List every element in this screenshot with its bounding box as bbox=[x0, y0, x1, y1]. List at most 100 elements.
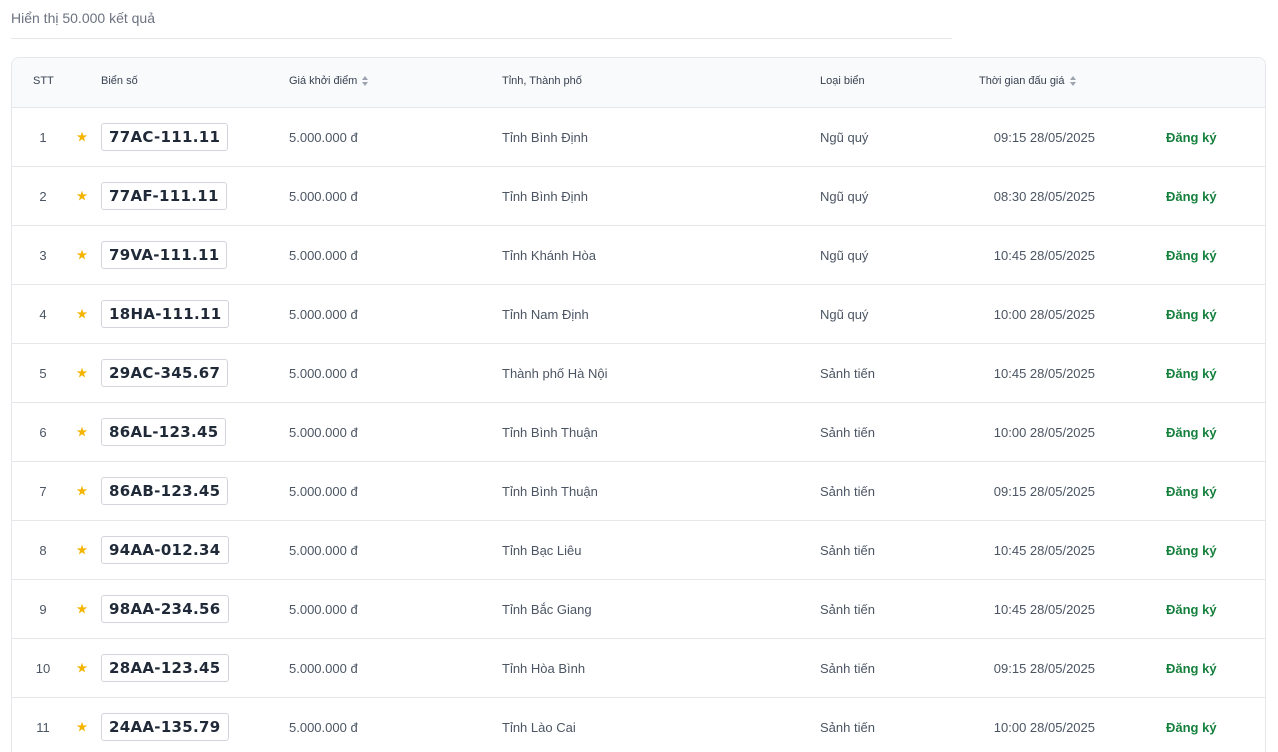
auction-time: 10:45 28/05/2025 bbox=[993, 365, 1095, 381]
register-cell: Đăng ký bbox=[1166, 285, 1217, 343]
header-type: Loại biển bbox=[820, 75, 865, 87]
plate-cell: 77AC-111.11 bbox=[101, 108, 229, 166]
register-link[interactable]: Đăng ký bbox=[1166, 602, 1217, 617]
auction-time: 10:45 28/05/2025 bbox=[993, 542, 1095, 558]
register-link[interactable]: Đăng ký bbox=[1166, 720, 1217, 735]
header-stt: STT bbox=[33, 75, 54, 87]
favorite-toggle[interactable] bbox=[75, 462, 89, 520]
plate-cell: 29AC-345.67 bbox=[101, 344, 229, 402]
table-row: 8 94AA-012.34 5.000.000 đ Tỉnh Bạc Liêu … bbox=[12, 521, 1265, 580]
star-icon bbox=[76, 131, 88, 142]
register-link[interactable]: Đăng ký bbox=[1166, 248, 1217, 263]
register-link[interactable]: Đăng ký bbox=[1166, 189, 1217, 204]
starting-price: 5.000.000 đ bbox=[289, 542, 358, 558]
register-link[interactable]: Đăng ký bbox=[1166, 366, 1217, 381]
row-index: 4 bbox=[39, 306, 47, 322]
starting-price: 5.000.000 đ bbox=[289, 188, 358, 204]
star-icon bbox=[76, 662, 88, 673]
star-icon bbox=[76, 603, 88, 614]
table-row: 5 29AC-345.67 5.000.000 đ Thành phố Hà N… bbox=[12, 344, 1265, 403]
row-index: 2 bbox=[39, 188, 47, 204]
province: Thành phố Hà Nội bbox=[502, 365, 608, 381]
header-time-sort[interactable]: Thời gian đấu giá bbox=[979, 75, 1077, 87]
starting-price: 5.000.000 đ bbox=[289, 365, 358, 381]
row-index: 1 bbox=[39, 129, 47, 145]
auction-time: 08:30 28/05/2025 bbox=[993, 188, 1095, 204]
star-icon bbox=[76, 426, 88, 437]
register-link[interactable]: Đăng ký bbox=[1166, 661, 1217, 676]
register-link[interactable]: Đăng ký bbox=[1166, 425, 1217, 440]
register-link[interactable]: Đăng ký bbox=[1166, 130, 1217, 145]
favorite-toggle[interactable] bbox=[75, 226, 89, 284]
header-price-sort[interactable]: Giá khởi điểm bbox=[289, 75, 369, 87]
favorite-toggle[interactable] bbox=[75, 167, 89, 225]
plate-type: Sảnh tiến bbox=[820, 719, 875, 735]
favorite-toggle[interactable] bbox=[75, 108, 89, 166]
license-plate[interactable]: 29AC-345.67 bbox=[101, 359, 229, 387]
license-plate[interactable]: 77AC-111.11 bbox=[101, 123, 229, 151]
favorite-toggle[interactable] bbox=[75, 580, 89, 638]
starting-price: 5.000.000 đ bbox=[289, 247, 358, 263]
favorite-toggle[interactable] bbox=[75, 698, 89, 752]
plate-cell: 28AA-123.45 bbox=[101, 639, 229, 697]
header-type-label: Loại biển bbox=[820, 75, 865, 87]
favorite-toggle[interactable] bbox=[75, 285, 89, 343]
favorite-toggle[interactable] bbox=[75, 639, 89, 697]
favorite-toggle[interactable] bbox=[75, 403, 89, 461]
license-plate[interactable]: 86AB-123.45 bbox=[101, 477, 229, 505]
register-cell: Đăng ký bbox=[1166, 521, 1217, 579]
register-cell: Đăng ký bbox=[1166, 462, 1217, 520]
header-stt-label: STT bbox=[33, 75, 54, 87]
table-row: 11 24AA-135.79 5.000.000 đ Tỉnh Lào Cai … bbox=[12, 698, 1265, 752]
province: Tỉnh Bình Thuận bbox=[502, 424, 598, 440]
register-cell: Đăng ký bbox=[1166, 344, 1217, 402]
license-plate[interactable]: 18HA-111.11 bbox=[101, 300, 230, 328]
province: Tỉnh Khánh Hòa bbox=[502, 247, 596, 263]
auction-results-page: Hiển thị 50.000 kết quả STT Biển số Giá … bbox=[0, 0, 1278, 752]
register-cell: Đăng ký bbox=[1166, 580, 1217, 638]
header-time-label: Thời gian đấu giá bbox=[979, 75, 1065, 87]
table-body: 1 77AC-111.11 5.000.000 đ Tỉnh Bình Định… bbox=[12, 108, 1265, 752]
star-icon bbox=[76, 190, 88, 201]
table-row: 9 98AA-234.56 5.000.000 đ Tỉnh Bắc Giang… bbox=[12, 580, 1265, 639]
province: Tỉnh Bình Thuận bbox=[502, 483, 598, 499]
register-link[interactable]: Đăng ký bbox=[1166, 307, 1217, 322]
table-row: 10 28AA-123.45 5.000.000 đ Tỉnh Hòa Bình… bbox=[12, 639, 1265, 698]
table-row: 7 86AB-123.45 5.000.000 đ Tỉnh Bình Thuậ… bbox=[12, 462, 1265, 521]
license-plate[interactable]: 94AA-012.34 bbox=[101, 536, 229, 564]
plate-type: Sảnh tiến bbox=[820, 365, 875, 381]
starting-price: 5.000.000 đ bbox=[289, 483, 358, 499]
divider bbox=[11, 38, 952, 39]
register-cell: Đăng ký bbox=[1166, 108, 1217, 166]
starting-price: 5.000.000 đ bbox=[289, 601, 358, 617]
table-row: 3 79VA-111.11 5.000.000 đ Tỉnh Khánh Hòa… bbox=[12, 226, 1265, 285]
register-link[interactable]: Đăng ký bbox=[1166, 484, 1217, 499]
register-link[interactable]: Đăng ký bbox=[1166, 543, 1217, 558]
result-count: Hiển thị 50.000 kết quả bbox=[11, 10, 155, 26]
license-plate[interactable]: 28AA-123.45 bbox=[101, 654, 229, 682]
table-row: 2 77AF-111.11 5.000.000 đ Tỉnh Bình Định… bbox=[12, 167, 1265, 226]
row-index: 10 bbox=[35, 660, 51, 676]
row-index: 5 bbox=[39, 365, 47, 381]
auction-time: 09:15 28/05/2025 bbox=[993, 129, 1095, 145]
row-index: 9 bbox=[39, 601, 47, 617]
favorite-toggle[interactable] bbox=[75, 344, 89, 402]
starting-price: 5.000.000 đ bbox=[289, 424, 358, 440]
license-plate[interactable]: 86AL-123.45 bbox=[101, 418, 227, 446]
register-cell: Đăng ký bbox=[1166, 698, 1217, 752]
star-icon bbox=[76, 544, 88, 555]
license-plate[interactable]: 98AA-234.56 bbox=[101, 595, 229, 623]
header-province-label: Tỉnh, Thành phố bbox=[502, 75, 582, 87]
license-plate[interactable]: 24AA-135.79 bbox=[101, 713, 229, 741]
license-plate[interactable]: 79VA-111.11 bbox=[101, 241, 228, 269]
table-row: 4 18HA-111.11 5.000.000 đ Tỉnh Nam Định … bbox=[12, 285, 1265, 344]
plate-type: Ngũ quý bbox=[820, 188, 869, 204]
row-index: 6 bbox=[39, 424, 47, 440]
header-province: Tỉnh, Thành phố bbox=[502, 75, 582, 87]
province: Tỉnh Lào Cai bbox=[502, 719, 576, 735]
favorite-toggle[interactable] bbox=[75, 521, 89, 579]
license-plate[interactable]: 77AF-111.11 bbox=[101, 182, 227, 210]
star-icon bbox=[76, 249, 88, 260]
starting-price: 5.000.000 đ bbox=[289, 129, 358, 145]
province: Tỉnh Bình Định bbox=[502, 129, 588, 145]
